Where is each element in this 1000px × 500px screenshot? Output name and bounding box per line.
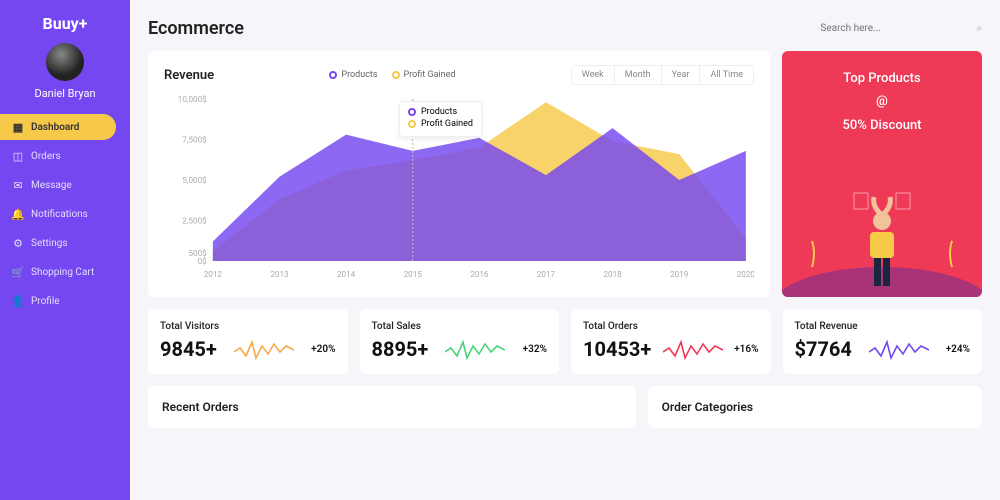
svg-text:5,000$: 5,000$ — [182, 176, 207, 185]
message-icon: ✉ — [12, 179, 24, 191]
username: Daniel Bryan — [34, 87, 95, 100]
tab-month[interactable]: Month — [615, 66, 662, 84]
stat-label: Total Visitors — [160, 321, 336, 332]
cart-icon: 🛒 — [12, 266, 24, 278]
search-wrap: ⌕ — [812, 18, 982, 39]
stat-change: +16% — [734, 344, 758, 355]
tab-alltime[interactable]: All Time — [700, 66, 753, 84]
svg-text:2015: 2015 — [404, 270, 423, 279]
stat-value: $7764 — [795, 337, 852, 361]
stat-label: Total Orders — [583, 321, 759, 332]
svg-text:2014: 2014 — [337, 270, 356, 279]
stat-value: 10453+ — [583, 337, 651, 361]
stat-change: +20% — [311, 344, 335, 355]
search-input[interactable] — [812, 18, 972, 39]
stat-card: Total Revenue $7764 +24% — [783, 309, 983, 374]
stats-row: Total Visitors 9845+ +20% Total Sales 88… — [148, 309, 982, 374]
sidebar-item-label: Dashboard — [31, 122, 79, 133]
dot-icon — [329, 71, 337, 79]
tab-year[interactable]: Year — [662, 66, 701, 84]
svg-text:2012: 2012 — [204, 270, 223, 279]
dashboard-icon: ▦ — [12, 121, 24, 133]
sidebar-item-shopping-cart[interactable]: 🛒 Shopping Cart — [0, 259, 130, 285]
svg-text:10,000$: 10,000$ — [178, 95, 207, 104]
promo-text: Top Products @ 50% Discount — [798, 67, 966, 137]
sidebar-item-label: Orders — [31, 151, 61, 162]
stat-card: Total Sales 8895+ +32% — [360, 309, 560, 374]
time-range-tabs: Week Month Year All Time — [571, 65, 754, 85]
sparkline — [869, 336, 929, 362]
dot-icon — [408, 120, 416, 128]
svg-text:2013: 2013 — [270, 270, 288, 279]
profile-icon: 👤 — [12, 295, 24, 307]
logo: Buuy+ — [43, 14, 88, 33]
main: Ecommerce ⌕ Revenue Products Profit Gain… — [130, 0, 1000, 500]
orders-icon: ◫ — [12, 150, 24, 162]
chart-title: Revenue — [164, 68, 214, 83]
sidebar-item-label: Settings — [31, 238, 68, 249]
sidebar-item-orders[interactable]: ◫ Orders — [0, 143, 130, 169]
page-title: Ecommerce — [148, 18, 244, 39]
sidebar-item-label: Profile — [31, 296, 60, 307]
chart-tooltip: Products Profit Gained — [399, 101, 482, 137]
dot-icon — [392, 71, 400, 79]
stat-label: Total Revenue — [795, 321, 971, 332]
sidebar-item-profile[interactable]: 👤 Profile — [0, 288, 130, 314]
sidebar-item-settings[interactable]: ⚙ Settings — [0, 230, 130, 256]
chart-legend: Products Profit Gained — [329, 70, 455, 80]
sparkline — [663, 336, 723, 362]
dot-icon — [408, 108, 416, 116]
revenue-chart-card: Revenue Products Profit Gained Week Mont… — [148, 51, 770, 297]
sidebar-item-label: Shopping Cart — [31, 267, 94, 278]
stat-card: Total Visitors 9845+ +20% — [148, 309, 348, 374]
svg-text:2020: 2020 — [737, 270, 754, 279]
svg-text:2016: 2016 — [470, 270, 489, 279]
promo-illustration — [782, 187, 982, 297]
stat-change: +24% — [946, 344, 970, 355]
sparkline — [234, 336, 294, 362]
sidebar-item-dashboard[interactable]: ▦ Dashboard — [0, 114, 116, 140]
sidebar: Buuy+ Daniel Bryan ▦ Dashboard ◫ Orders … — [0, 0, 130, 500]
stat-card: Total Orders 10453+ +16% — [571, 309, 771, 374]
sidebar-item-notifications[interactable]: 🔔 Notifications — [0, 201, 130, 227]
svg-text:2017: 2017 — [537, 270, 556, 279]
sparkline — [445, 336, 505, 362]
tab-week[interactable]: Week — [572, 66, 615, 84]
svg-text:2019: 2019 — [670, 270, 688, 279]
svg-text:7,500$: 7,500$ — [182, 136, 207, 145]
promo-card[interactable]: Top Products @ 50% Discount — [782, 51, 982, 297]
svg-text:2,500$: 2,500$ — [182, 217, 207, 226]
avatar[interactable] — [46, 43, 84, 81]
chart-body: 0$500$ 2,500$ 5,000$ 7,500$ 10,000$ 2012 2013 2… — [164, 93, 754, 283]
stat-value: 9845+ — [160, 337, 217, 361]
stat-change: +32% — [523, 344, 547, 355]
header: Ecommerce ⌕ — [148, 18, 982, 39]
stat-value: 8895+ — [372, 337, 429, 361]
svg-text:500$: 500$ — [188, 249, 207, 258]
legend-products: Products — [329, 70, 377, 80]
order-categories-card: Order Categories — [648, 386, 982, 428]
svg-text:2018: 2018 — [603, 270, 622, 279]
sidebar-item-label: Notifications — [31, 209, 88, 220]
svg-text:0$: 0$ — [198, 257, 208, 266]
settings-icon: ⚙ — [12, 237, 24, 249]
sidebar-item-message[interactable]: ✉ Message — [0, 172, 130, 198]
recent-orders-card: Recent Orders — [148, 386, 636, 428]
stat-label: Total Sales — [372, 321, 548, 332]
sidebar-nav: ▦ Dashboard ◫ Orders ✉ Message 🔔 Notific… — [0, 114, 130, 314]
search-icon[interactable]: ⌕ — [976, 23, 982, 34]
sidebar-item-label: Message — [31, 180, 72, 191]
legend-profit: Profit Gained — [392, 70, 456, 80]
notifications-icon: 🔔 — [12, 208, 24, 220]
